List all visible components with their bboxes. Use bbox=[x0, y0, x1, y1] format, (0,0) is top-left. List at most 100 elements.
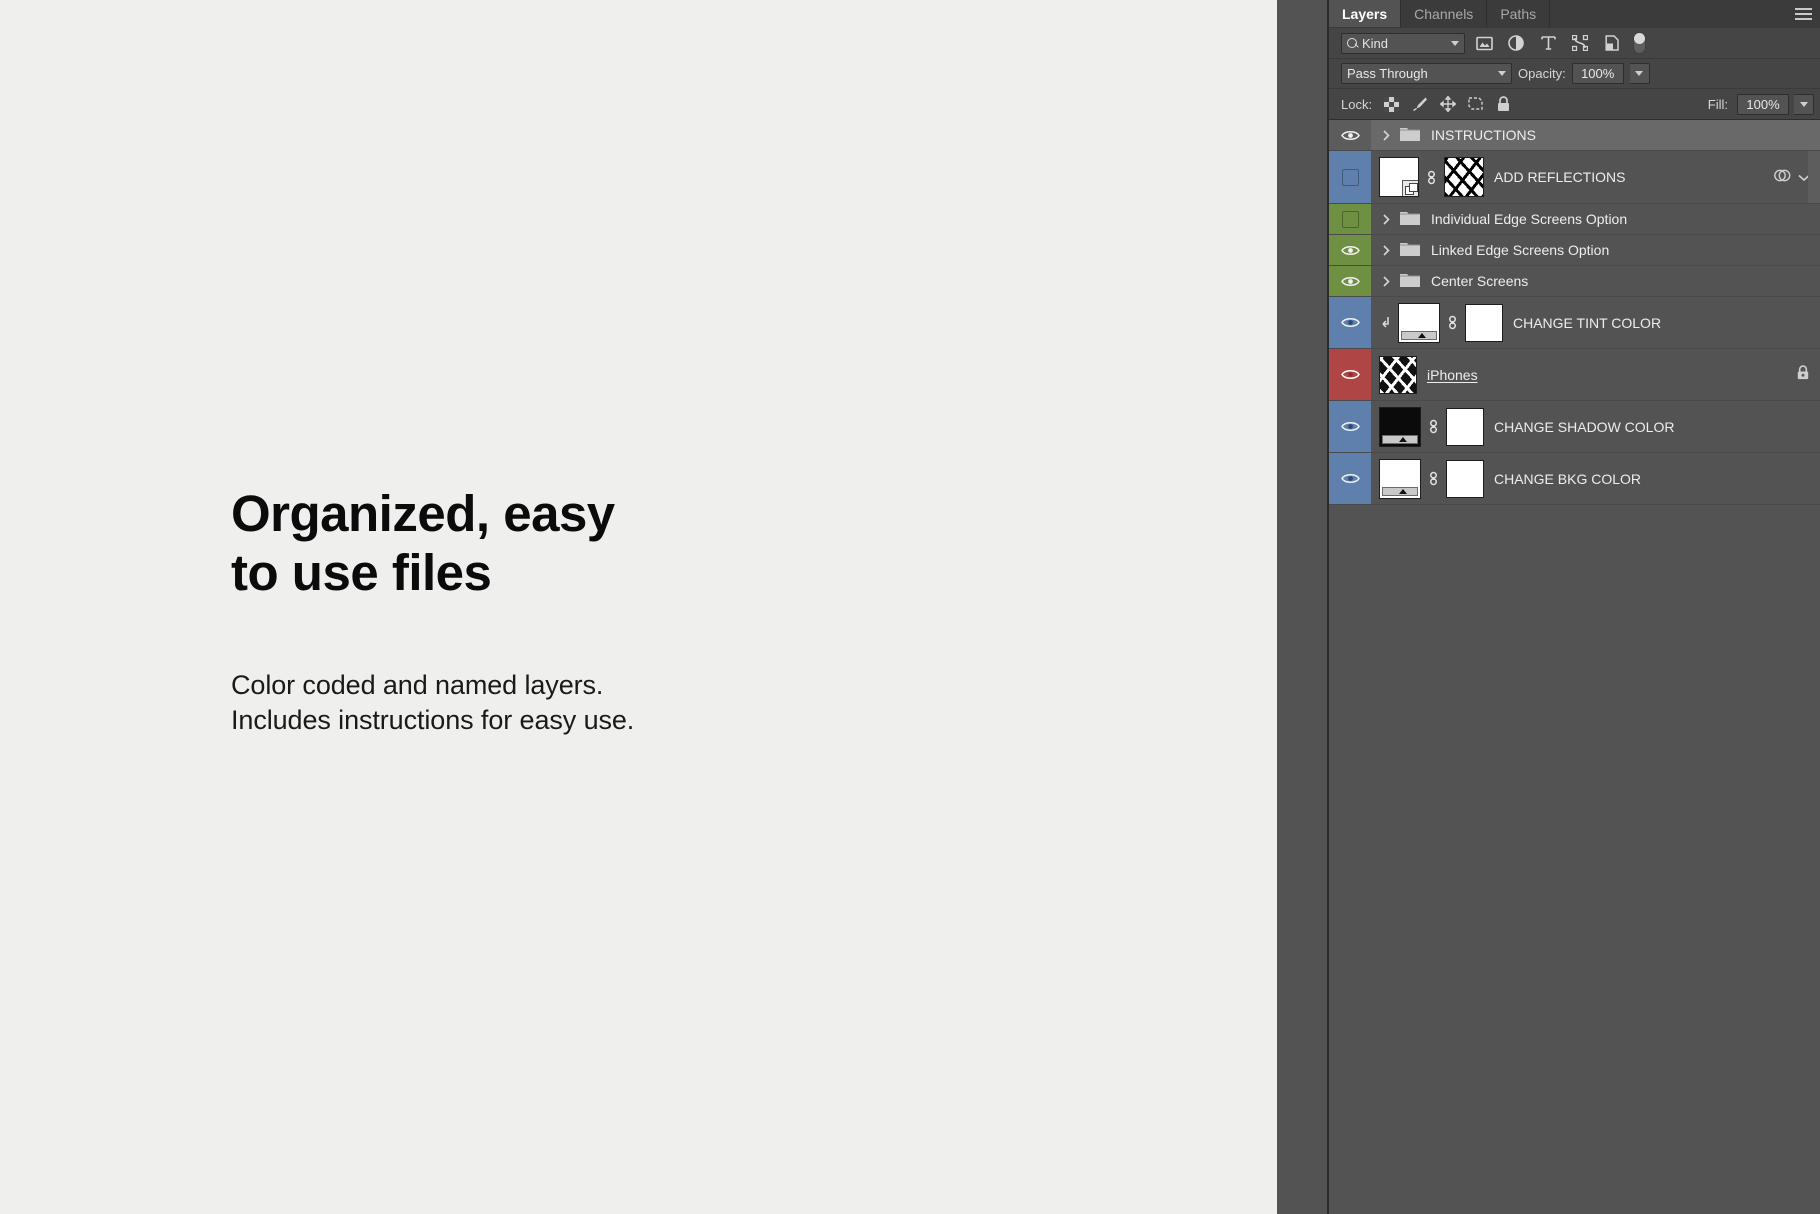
table-row[interactable]: ADD REFLECTIONS bbox=[1329, 151, 1820, 204]
layer-visibility-toggle[interactable] bbox=[1329, 297, 1371, 348]
adjustment-thumbnail[interactable] bbox=[1379, 458, 1421, 499]
opacity-input[interactable]: 100% bbox=[1571, 63, 1624, 84]
layer-mask-thumbnail[interactable] bbox=[1446, 459, 1484, 498]
layer-visibility-toggle[interactable] bbox=[1329, 453, 1371, 504]
chevron-down-icon bbox=[1498, 71, 1506, 76]
layer-row-body[interactable]: Center Screens bbox=[1371, 266, 1820, 296]
layer-row-body[interactable]: CHANGE BKG COLOR bbox=[1371, 453, 1820, 504]
eye-icon bbox=[1340, 276, 1360, 286]
layer-mask-thumbnail[interactable] bbox=[1465, 303, 1503, 342]
lock-position-icon[interactable] bbox=[1435, 93, 1460, 115]
eye-icon bbox=[1340, 474, 1360, 483]
clipping-mask-icon bbox=[1379, 316, 1392, 329]
eye-icon bbox=[1340, 370, 1360, 379]
fill-stepper-button[interactable] bbox=[1794, 93, 1814, 115]
lock-image-pixels-icon[interactable] bbox=[1407, 93, 1432, 115]
lock-icon[interactable] bbox=[1796, 365, 1810, 384]
table-row[interactable]: CHANGE SHADOW COLOR bbox=[1329, 401, 1820, 453]
layer-visibility-toggle[interactable] bbox=[1329, 235, 1371, 265]
layer-row-body[interactable]: iPhones bbox=[1371, 349, 1820, 400]
layer-name[interactable]: ADD REFLECTIONS bbox=[1494, 169, 1625, 185]
link-icon[interactable] bbox=[1427, 417, 1440, 436]
layer-name[interactable]: Center Screens bbox=[1431, 273, 1528, 289]
eye-icon bbox=[1340, 130, 1360, 140]
chevron-down-icon bbox=[1451, 40, 1459, 46]
layer-name[interactable]: CHANGE BKG COLOR bbox=[1494, 471, 1641, 487]
layer-visibility-toggle[interactable] bbox=[1329, 204, 1371, 234]
link-icon[interactable] bbox=[1446, 313, 1459, 332]
adjustment-layer-filter-icon[interactable] bbox=[1503, 32, 1529, 54]
layer-visibility-toggle[interactable] bbox=[1329, 349, 1371, 400]
table-row[interactable]: iPhones bbox=[1329, 349, 1820, 401]
blend-mode-value: Pass Through bbox=[1347, 66, 1428, 81]
layer-name[interactable]: INSTRUCTIONS bbox=[1431, 127, 1536, 143]
lock-transparent-pixels-icon[interactable] bbox=[1379, 93, 1404, 115]
lock-label: Lock: bbox=[1341, 96, 1373, 112]
search-icon bbox=[1347, 37, 1358, 49]
shape-layer-filter-icon[interactable] bbox=[1567, 32, 1593, 54]
chevron-right-icon[interactable] bbox=[1379, 129, 1393, 141]
fill-group: Fill: 100% bbox=[1708, 93, 1814, 115]
layer-name[interactable]: iPhones bbox=[1427, 367, 1478, 383]
photoshop-layers-panel: Layers Channels Paths Kind Pass Through … bbox=[1329, 0, 1820, 1214]
layer-thumbnail[interactable] bbox=[1379, 355, 1417, 394]
filter-kind-select[interactable]: Kind bbox=[1341, 32, 1465, 54]
table-row[interactable]: Center Screens bbox=[1329, 266, 1820, 297]
table-row[interactable]: CHANGE TINT COLOR bbox=[1329, 297, 1820, 349]
chevron-right-icon[interactable] bbox=[1379, 244, 1393, 256]
chevron-down-icon bbox=[1799, 101, 1808, 107]
layer-name[interactable]: CHANGE TINT COLOR bbox=[1513, 315, 1661, 331]
layer-name[interactable]: Linked Edge Screens Option bbox=[1431, 242, 1609, 258]
folder-icon bbox=[1399, 271, 1421, 291]
layer-mask-thumbnail[interactable] bbox=[1446, 407, 1484, 446]
fill-input[interactable]: 100% bbox=[1737, 93, 1789, 115]
screen-root: Organized, easy to use files Color coded… bbox=[0, 0, 1820, 1214]
adjustment-thumbnail[interactable] bbox=[1379, 406, 1421, 447]
link-icon[interactable] bbox=[1425, 168, 1438, 187]
eye-off-icon bbox=[1341, 168, 1359, 186]
chevron-right-icon[interactable] bbox=[1379, 275, 1393, 287]
page-subcopy: Color coded and named layers. Includes i… bbox=[231, 670, 635, 736]
tabbar-filler bbox=[1550, 0, 1786, 27]
table-row[interactable]: CHANGE BKG COLOR bbox=[1329, 453, 1820, 505]
layer-row-body[interactable]: ADD REFLECTIONS bbox=[1371, 151, 1820, 203]
tab-layers[interactable]: Layers bbox=[1329, 0, 1402, 27]
layer-thumbnail[interactable] bbox=[1379, 157, 1419, 197]
type-layer-filter-icon[interactable] bbox=[1535, 32, 1561, 54]
layer-visibility-toggle[interactable] bbox=[1329, 151, 1371, 203]
panel-menu-button[interactable] bbox=[1786, 0, 1820, 27]
link-icon[interactable] bbox=[1427, 469, 1440, 488]
layer-name[interactable]: Individual Edge Screens Option bbox=[1431, 211, 1627, 227]
layer-name[interactable]: CHANGE SHADOW COLOR bbox=[1494, 419, 1674, 435]
layer-row-body[interactable]: CHANGE TINT COLOR bbox=[1371, 297, 1820, 348]
layer-mask-thumbnail[interactable] bbox=[1444, 157, 1484, 197]
smart-object-filter-icon[interactable] bbox=[1599, 32, 1625, 54]
filter-enable-toggle[interactable] bbox=[1633, 32, 1646, 54]
layer-row-body[interactable]: Individual Edge Screens Option bbox=[1371, 204, 1820, 234]
folder-icon bbox=[1399, 240, 1421, 260]
table-row[interactable]: Individual Edge Screens Option bbox=[1329, 204, 1820, 235]
tab-channels[interactable]: Channels bbox=[1401, 0, 1488, 27]
layer-visibility-toggle[interactable] bbox=[1329, 120, 1371, 150]
layer-visibility-toggle[interactable] bbox=[1329, 401, 1371, 452]
layer-effects-icon[interactable] bbox=[1773, 168, 1792, 186]
eye-off-icon bbox=[1341, 210, 1359, 228]
layer-visibility-toggle[interactable] bbox=[1329, 266, 1371, 296]
blend-mode-select[interactable]: Pass Through bbox=[1341, 63, 1512, 84]
adjustment-thumbnail[interactable] bbox=[1398, 302, 1440, 343]
lock-artboard-nesting-icon[interactable] bbox=[1463, 93, 1488, 115]
layer-row-body[interactable]: INSTRUCTIONS bbox=[1371, 120, 1820, 150]
opacity-stepper-button[interactable] bbox=[1629, 63, 1650, 84]
lock-all-icon[interactable] bbox=[1491, 93, 1516, 115]
chevron-down-icon bbox=[1635, 71, 1644, 76]
table-row[interactable]: Linked Edge Screens Option bbox=[1329, 235, 1820, 266]
layer-list[interactable]: INSTRUCTIONS ADD REFLECTIONS Individual … bbox=[1329, 120, 1820, 1214]
layer-row-right-icons bbox=[1796, 365, 1820, 384]
chevron-right-icon[interactable] bbox=[1379, 213, 1393, 225]
layer-row-body[interactable]: CHANGE SHADOW COLOR bbox=[1371, 401, 1820, 452]
table-row[interactable]: INSTRUCTIONS bbox=[1329, 120, 1820, 151]
row-edge-strip bbox=[1808, 151, 1820, 203]
tab-paths[interactable]: Paths bbox=[1487, 0, 1551, 27]
layer-row-body[interactable]: Linked Edge Screens Option bbox=[1371, 235, 1820, 265]
pixel-layer-filter-icon[interactable] bbox=[1471, 32, 1497, 54]
